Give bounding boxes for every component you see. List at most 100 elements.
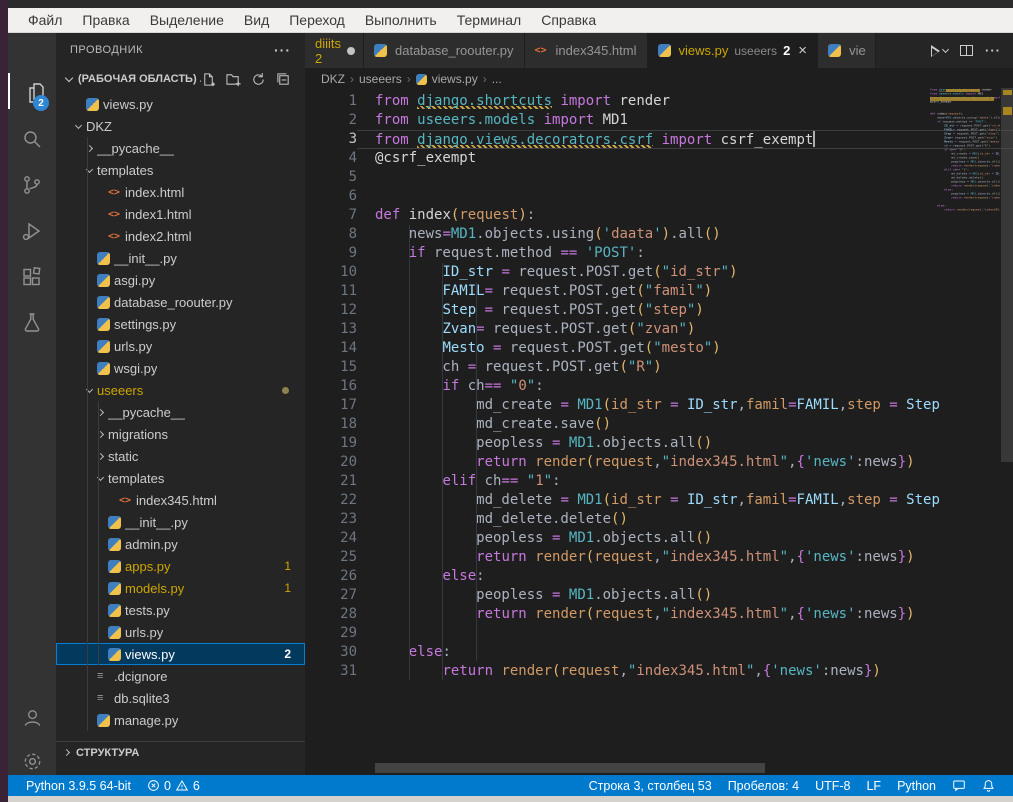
breadcrumb-item-useeers[interactable]: useeers bbox=[359, 72, 402, 86]
eol-status[interactable]: LF bbox=[858, 779, 889, 793]
account-icon[interactable] bbox=[8, 697, 56, 737]
menu-item-Переход[interactable]: Переход bbox=[281, 10, 353, 30]
encoding-status[interactable]: UTF-8 bbox=[807, 779, 858, 793]
code-line-26[interactable]: 26 else: bbox=[305, 567, 1013, 586]
code-line-16[interactable]: 16 if ch== "0": bbox=[305, 377, 1013, 396]
tree-item-static[interactable]: static bbox=[56, 445, 305, 467]
tree-item-views.py[interactable]: views.py bbox=[56, 93, 305, 115]
tree-item-apps.py[interactable]: apps.py1 bbox=[56, 555, 305, 577]
tree-item-__pycache__[interactable]: __pycache__ bbox=[56, 137, 305, 159]
search-icon[interactable] bbox=[8, 119, 56, 159]
explorer-icon[interactable]: 2 bbox=[8, 73, 56, 113]
extensions-icon[interactable] bbox=[8, 257, 56, 297]
code-line-10[interactable]: 10 ID_str = request.POST.get("id_str") bbox=[305, 263, 1013, 282]
language-mode-status[interactable]: Python bbox=[889, 779, 944, 793]
menu-item-Выделение[interactable]: Выделение bbox=[142, 10, 232, 30]
tree-item-useeers[interactable]: useeers bbox=[56, 379, 305, 401]
code-line-22[interactable]: 22 md_delete = MD1(id_str = ID_str,famil… bbox=[305, 491, 1013, 510]
code-editor[interactable]: 1from django.shortcuts import render2fro… bbox=[305, 90, 1013, 763]
tree-item-views.py[interactable]: views.py2 bbox=[56, 643, 305, 665]
code-line-2[interactable]: 2from useeers.models import MD1 bbox=[305, 111, 1013, 130]
horizontal-scrollbar[interactable] bbox=[375, 763, 765, 773]
tree-item-tests.py[interactable]: tests.py bbox=[56, 599, 305, 621]
tree-item-__init__.py[interactable]: __init__.py bbox=[56, 247, 305, 269]
tree-item-admin.py[interactable]: admin.py bbox=[56, 533, 305, 555]
tree-item-index345.html[interactable]: <>index345.html bbox=[56, 489, 305, 511]
tree-item-index.html[interactable]: <>index.html bbox=[56, 181, 305, 203]
tree-item-__pycache__[interactable]: __pycache__ bbox=[56, 401, 305, 423]
menu-item-Файл[interactable]: Файл bbox=[20, 10, 70, 30]
code-line-1[interactable]: 1from django.shortcuts import render bbox=[305, 92, 1013, 111]
problems-status[interactable]: 0 6 bbox=[139, 779, 208, 793]
tree-item-migrations[interactable]: migrations bbox=[56, 423, 305, 445]
menu-item-Выполнить[interactable]: Выполнить bbox=[357, 10, 445, 30]
run-debug-icon[interactable] bbox=[8, 211, 56, 251]
indentation-status[interactable]: Пробелов: 4 bbox=[720, 779, 807, 793]
bell-icon[interactable] bbox=[974, 779, 1003, 792]
feedback-icon[interactable] bbox=[944, 779, 974, 792]
new-file-icon[interactable] bbox=[201, 72, 216, 87]
code-line-25[interactable]: 25 return render(request,"index345.html"… bbox=[305, 548, 1013, 567]
code-line-19[interactable]: 19 peopless = MD1.objects.all() bbox=[305, 434, 1013, 453]
tree-item-manage.py[interactable]: manage.py bbox=[56, 709, 305, 731]
python-interpreter-status[interactable]: Python 3.9.5 64-bit bbox=[18, 779, 139, 793]
outline-section-header[interactable]: СТРУКТУРА bbox=[56, 741, 305, 763]
close-icon[interactable]: × bbox=[798, 42, 807, 59]
code-line-11[interactable]: 11 FAMIL= request.POST.get("famil") bbox=[305, 282, 1013, 301]
tree-item-urls.py[interactable]: urls.py bbox=[56, 335, 305, 357]
code-line-14[interactable]: 14 Mesto = request.POST.get("mesto") bbox=[305, 339, 1013, 358]
tree-item-asgi.py[interactable]: asgi.py bbox=[56, 269, 305, 291]
code-line-3[interactable]: 3from django.views.decorators.csrf impor… bbox=[305, 130, 1013, 149]
tab-vie[interactable]: vie bbox=[818, 33, 876, 68]
refresh-icon[interactable] bbox=[251, 72, 266, 87]
run-button[interactable] bbox=[931, 45, 948, 57]
testing-icon[interactable] bbox=[8, 303, 56, 343]
code-line-21[interactable]: 21 elif ch== "1": bbox=[305, 472, 1013, 491]
vertical-scrollbar[interactable] bbox=[1001, 88, 1013, 462]
code-line-23[interactable]: 23 md_delete.delete() bbox=[305, 510, 1013, 529]
tree-item-DKZ[interactable]: DKZ bbox=[56, 115, 305, 137]
tree-item-db.sqlite3[interactable]: ≡db.sqlite3 bbox=[56, 687, 305, 709]
collapse-all-icon[interactable] bbox=[276, 72, 291, 87]
tree-item-index2.html[interactable]: <>index2.html bbox=[56, 225, 305, 247]
tree-item-__init__.py[interactable]: __init__.py bbox=[56, 511, 305, 533]
code-line-12[interactable]: 12 Step = request.POST.get("step") bbox=[305, 301, 1013, 320]
new-folder-icon[interactable] bbox=[226, 72, 241, 87]
code-line-29[interactable]: 29 bbox=[305, 624, 1013, 643]
more-actions-button[interactable]: ··· bbox=[985, 43, 1001, 58]
menu-item-Терминал[interactable]: Терминал bbox=[449, 10, 529, 30]
tab-diiits 2[interactable]: diiits 2 bbox=[305, 33, 364, 68]
code-line-13[interactable]: 13 Zvan= request.POST.get("zvan") bbox=[305, 320, 1013, 339]
tab-views.py[interactable]: views.pyuseeers2× bbox=[648, 33, 819, 68]
workspace-section-header[interactable]: (РАБОЧАЯ ОБЛАСТЬ) ... bbox=[56, 67, 305, 91]
tree-item-settings.py[interactable]: settings.py bbox=[56, 313, 305, 335]
code-line-31[interactable]: 31 return render(request,"index345.html"… bbox=[305, 662, 1013, 681]
menu-item-Справка[interactable]: Справка bbox=[533, 10, 604, 30]
split-editor-button[interactable] bbox=[960, 45, 973, 56]
menu-item-Правка[interactable]: Правка bbox=[74, 10, 137, 30]
code-line-5[interactable]: 5 bbox=[305, 168, 1013, 187]
tree-item-urls.py[interactable]: urls.py bbox=[56, 621, 305, 643]
tree-item-.dcignore[interactable]: ≡.dcignore bbox=[56, 665, 305, 687]
run-dropdown-icon[interactable] bbox=[942, 46, 949, 53]
menu-item-Вид[interactable]: Вид bbox=[236, 10, 277, 30]
code-line-24[interactable]: 24 peopless = MD1.objects.all() bbox=[305, 529, 1013, 548]
tree-item-templates[interactable]: templates bbox=[56, 159, 305, 181]
code-line-9[interactable]: 9 if request.method == 'POST': bbox=[305, 244, 1013, 263]
code-line-8[interactable]: 8 news=MD1.objects.using('daata').all() bbox=[305, 225, 1013, 244]
cursor-position-status[interactable]: Строка 3, столбец 53 bbox=[581, 779, 720, 793]
code-line-18[interactable]: 18 md_create.save() bbox=[305, 415, 1013, 434]
code-line-7[interactable]: 7def index(request): bbox=[305, 206, 1013, 225]
source-control-icon[interactable] bbox=[8, 165, 56, 205]
tree-item-database_roouter.py[interactable]: database_roouter.py bbox=[56, 291, 305, 313]
code-line-27[interactable]: 27 peopless = MD1.objects.all() bbox=[305, 586, 1013, 605]
tree-item-templates[interactable]: templates bbox=[56, 467, 305, 489]
code-line-30[interactable]: 30 else: bbox=[305, 643, 1013, 662]
tree-item-models.py[interactable]: models.py1 bbox=[56, 577, 305, 599]
explorer-more-actions-icon[interactable]: ··· bbox=[274, 42, 291, 58]
code-line-28[interactable]: 28 return render(request,"index345.html"… bbox=[305, 605, 1013, 624]
minimap[interactable]: from django.shortcuts import renderfrom … bbox=[930, 88, 1000, 728]
breadcrumb-item-DKZ[interactable]: DKZ bbox=[321, 72, 345, 86]
breadcrumb-item-...[interactable]: ... bbox=[492, 72, 502, 86]
tab-database_roouter.py[interactable]: database_roouter.py bbox=[364, 33, 525, 68]
